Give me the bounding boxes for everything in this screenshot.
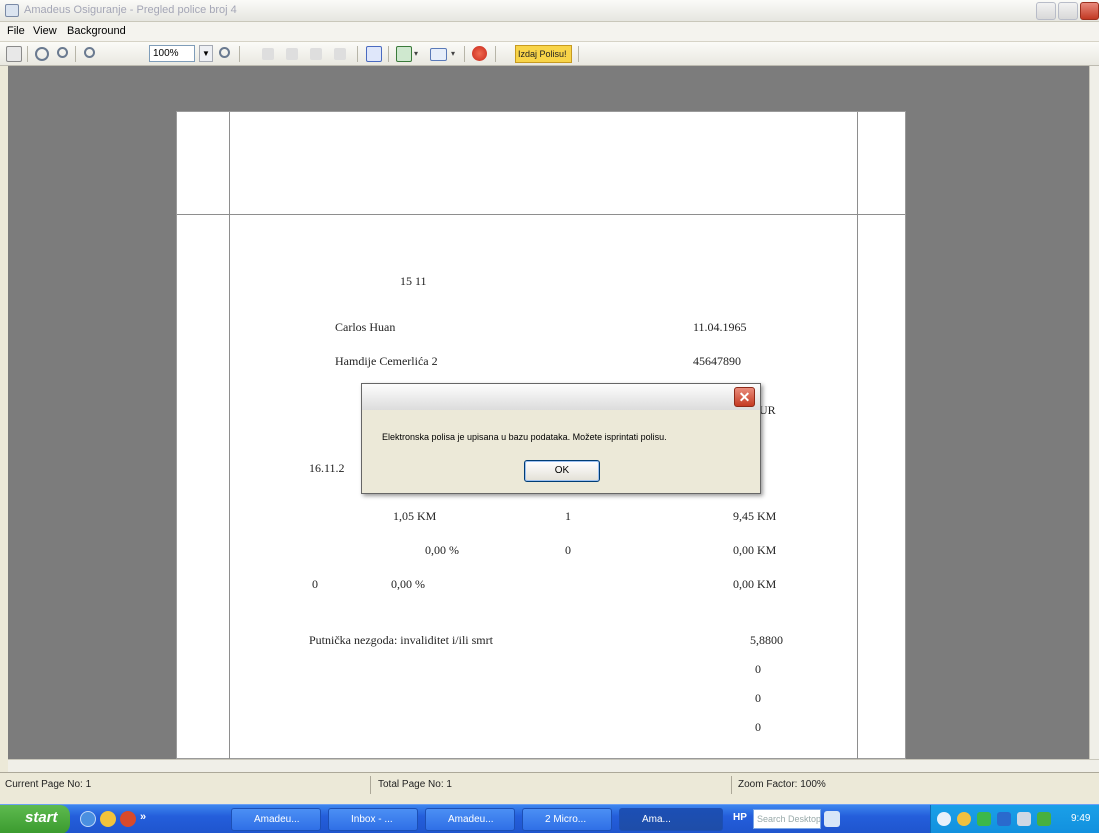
tray-icon[interactable] [957, 812, 971, 826]
toolbar-separator [464, 46, 465, 62]
toolbar-separator [357, 46, 358, 62]
close-button[interactable] [1080, 2, 1099, 20]
doc-phone: 45647890 [693, 354, 741, 368]
ie-icon[interactable] [80, 811, 96, 827]
issue-policy-button[interactable]: Izdaj Polisu! [515, 45, 572, 63]
system-tray: 9:49 [930, 805, 1099, 833]
toolbar-separator [495, 46, 496, 62]
task-button[interactable]: 2 Micro... [522, 808, 612, 831]
doc-accident-label: Putnička nezgoda: invaliditet i/ili smrt [309, 633, 493, 647]
ok-button[interactable]: OK [524, 460, 600, 482]
doc-row3-total: 0,00 KM [733, 577, 777, 591]
status-total-page: Total Page No: 1 [378, 779, 452, 790]
toolbar-separator [388, 46, 389, 62]
task-button[interactable]: Amadeu... [425, 808, 515, 831]
toolbar-separator [239, 46, 240, 62]
page-setup-icon[interactable] [366, 46, 382, 62]
last-page-icon[interactable] [334, 48, 346, 60]
window-title: Amadeus Osiguranje - Pregled police broj… [24, 4, 237, 16]
page-margin-line [857, 112, 858, 760]
doc-date: 16.11.2 [309, 461, 345, 475]
tray-icon[interactable] [997, 812, 1011, 826]
doc-row1-price: 1,05 KM [393, 509, 437, 523]
menu-bar: File View Background [0, 22, 1099, 42]
doc-row2-qty: 0 [565, 543, 571, 557]
media-icon[interactable] [100, 811, 116, 827]
refresh-icon[interactable] [35, 47, 49, 61]
hp-icon[interactable]: HP [733, 812, 747, 823]
search-go-icon[interactable] [824, 811, 840, 827]
doc-line-number: 15 11 [400, 274, 427, 288]
toolbar-separator [75, 46, 76, 62]
toolbar-separator [27, 46, 28, 62]
status-zoom-factor: Zoom Factor: 100% [738, 779, 826, 790]
doc-row3-percent: 0,00 % [391, 577, 425, 591]
maximize-button[interactable] [1058, 2, 1078, 20]
toolbar-separator [578, 46, 579, 62]
page-header-line [177, 214, 905, 215]
desktop-search-input[interactable]: Search Desktop [753, 809, 821, 829]
start-button[interactable]: start [0, 805, 70, 833]
menu-file[interactable]: File [7, 25, 25, 37]
stop-icon[interactable] [472, 46, 487, 61]
network-icon[interactable] [1037, 812, 1051, 826]
task-button[interactable]: Ama... [619, 808, 723, 831]
task-button[interactable]: Inbox - ... [328, 808, 418, 831]
firefox-icon[interactable] [120, 811, 136, 827]
tray-icon[interactable] [937, 812, 951, 826]
dialog-message: Elektronska polisa je upisana u bazu pod… [382, 432, 667, 442]
doc-row3-num: 0 [312, 577, 318, 591]
mail-icon[interactable] [430, 48, 447, 61]
save-dropdown-icon[interactable]: ▾ [414, 49, 418, 58]
toolbar: 100% ▼ ▾ ▾ Izdaj Polisu! [0, 42, 1099, 66]
status-divider [731, 776, 732, 794]
menu-background[interactable]: Background [67, 25, 126, 37]
zoom-dropdown-button[interactable]: ▼ [199, 45, 213, 62]
tray-icon[interactable] [977, 812, 991, 826]
task-button[interactable]: Amadeu... [231, 808, 321, 831]
vertical-scrollbar[interactable] [1089, 66, 1099, 759]
doc-zero-value: 0 [755, 720, 761, 734]
doc-zero-value: 0 [755, 691, 761, 705]
save-icon[interactable] [396, 46, 412, 62]
export-icon[interactable] [6, 46, 22, 62]
quicklaunch-more-icon[interactable]: » [140, 811, 146, 823]
doc-row2-percent: 0,00 % [425, 543, 459, 557]
zoom-out-icon[interactable] [84, 47, 95, 58]
dialog-close-button[interactable]: ✕ [734, 387, 755, 407]
message-dialog: ✕ Elektronska polisa je upisana u bazu p… [361, 383, 761, 494]
clock[interactable]: 9:49 [1071, 813, 1090, 824]
horizontal-scrollbar[interactable] [8, 759, 1099, 772]
title-bar: Amadeus Osiguranje - Pregled police broj… [0, 0, 1099, 22]
minimize-button[interactable] [1036, 2, 1056, 20]
mail-dropdown-icon[interactable]: ▾ [451, 49, 455, 58]
doc-row1-total: 9,45 KM [733, 509, 777, 523]
app-icon [5, 4, 19, 17]
menu-view[interactable]: View [33, 25, 57, 37]
volume-icon[interactable] [1017, 812, 1031, 826]
taskbar: start » Amadeu... Inbox - ... Amadeu... … [0, 804, 1099, 833]
previous-page-icon[interactable] [286, 48, 298, 60]
first-page-icon[interactable] [262, 48, 274, 60]
doc-row2-total: 0,00 KM [733, 543, 777, 557]
status-current-page: Current Page No: 1 [5, 779, 92, 790]
doc-currency: UR [759, 403, 776, 417]
doc-accident-value: 5,8800 [750, 633, 783, 647]
zoom-in-icon[interactable] [219, 47, 230, 58]
status-bar: Current Page No: 1 Total Page No: 1 Zoom… [0, 772, 1099, 798]
doc-birth-date: 11.04.1965 [693, 320, 747, 334]
next-page-icon[interactable] [310, 48, 322, 60]
doc-row1-qty: 1 [565, 509, 571, 523]
search-icon[interactable] [57, 47, 68, 58]
dialog-title-bar[interactable]: ✕ [362, 384, 760, 410]
status-divider [370, 776, 371, 794]
doc-name: Carlos Huan [335, 320, 396, 334]
zoom-input[interactable]: 100% [149, 45, 195, 62]
doc-zero-value: 0 [755, 662, 761, 676]
page-margin-line [229, 112, 230, 760]
doc-address: Hamdije Cemerlića 2 [335, 354, 438, 368]
